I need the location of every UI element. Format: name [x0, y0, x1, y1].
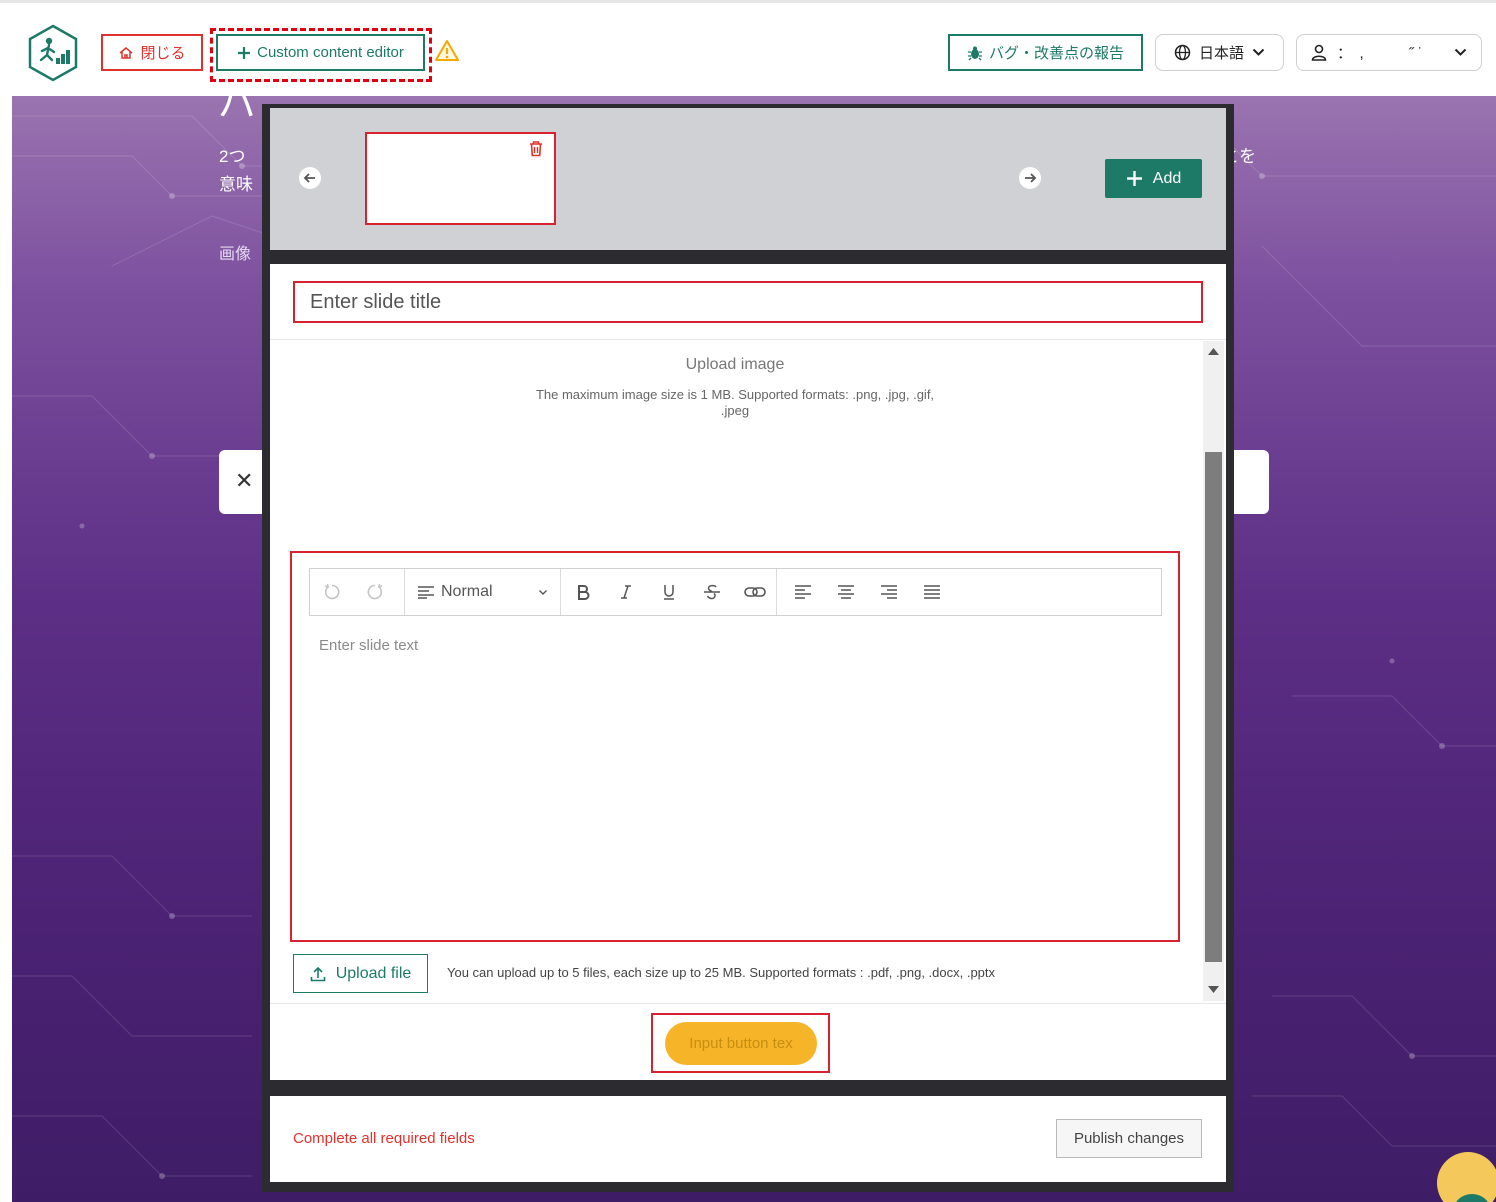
arrow-right-circle-icon[interactable]: [1018, 166, 1042, 190]
language-select[interactable]: 日本語: [1155, 34, 1284, 71]
user-icon: [1311, 44, 1327, 61]
link-icon: [743, 587, 766, 597]
block-style-group: Normal: [405, 569, 561, 615]
block-style-value: Normal: [441, 583, 493, 600]
chevron-down-icon: [1252, 48, 1265, 56]
align-left-button[interactable]: [781, 569, 824, 615]
background-page-title: パ: [218, 83, 257, 125]
upload-file-label: Upload file: [335, 964, 412, 982]
italic-icon: [620, 585, 631, 599]
undo-button[interactable]: [310, 569, 353, 615]
redo-icon: [367, 583, 382, 600]
align-center-icon: [837, 585, 854, 599]
align-center-button[interactable]: [824, 569, 867, 615]
align-left-icon: [794, 585, 811, 599]
scroll-up-icon[interactable]: [1207, 346, 1220, 356]
divider: [270, 1003, 1226, 1004]
slide-text-placeholder[interactable]: Enter slide text: [319, 637, 418, 654]
italic-button[interactable]: [604, 569, 647, 615]
strikethrough-icon: [703, 584, 720, 600]
underline-button[interactable]: [647, 569, 690, 615]
validation-message: Complete all required fields: [293, 1130, 475, 1147]
bug-report-button[interactable]: バグ・改善点の報告: [948, 34, 1143, 71]
home-icon: [120, 46, 133, 59]
chevron-down-icon: [1454, 48, 1467, 56]
arrow-left-circle-icon[interactable]: [298, 166, 322, 190]
upload-file-button[interactable]: Upload file: [293, 954, 428, 993]
cce-button-label: Custom content editor: [257, 44, 404, 61]
add-slide-label: Add: [1152, 169, 1182, 187]
divider: [270, 339, 1226, 340]
chevron-down-icon: [539, 589, 547, 595]
bug-icon: [967, 46, 982, 60]
upload-image-button[interactable]: Upload image: [600, 356, 870, 374]
strikethrough-button[interactable]: [690, 569, 733, 615]
history-group: [310, 569, 405, 615]
background-text-line3: 画像: [219, 246, 252, 263]
publish-changes-button[interactable]: Publish changes: [1056, 1119, 1202, 1158]
user-name: ： , ˝ ˙: [1337, 45, 1423, 62]
close-button-label: 閉じる: [140, 45, 186, 62]
warning-icon: [435, 40, 459, 61]
background-text-line2: 意味: [219, 175, 253, 194]
trash-icon[interactable]: [528, 140, 544, 157]
bold-button[interactable]: [561, 569, 604, 615]
block-style-select[interactable]: Normal: [405, 569, 560, 615]
globe-icon: [1174, 44, 1191, 61]
add-slide-button[interactable]: Add: [1105, 159, 1202, 198]
rte-toolbar: Normal: [309, 568, 1162, 616]
cta-button-text-input[interactable]: Input button tex: [665, 1022, 817, 1065]
undo-icon: [324, 583, 339, 600]
plus-icon: [238, 46, 251, 59]
upload-image-note: The maximum image size is 1 MB. Supporte…: [535, 387, 935, 418]
custom-content-editor-button[interactable]: Custom content editor: [216, 34, 425, 71]
upload-icon: [310, 966, 325, 981]
logo-icon[interactable]: [27, 24, 79, 82]
language-label: 日本語: [1198, 45, 1244, 62]
link-button[interactable]: [733, 569, 776, 615]
slide-title-placeholder: Enter slide title: [310, 290, 442, 313]
align-right-button[interactable]: [867, 569, 910, 615]
align-justify-icon: [923, 585, 940, 599]
user-menu[interactable]: ： , ˝ ˙: [1296, 34, 1482, 71]
format-group: [561, 569, 777, 615]
underline-icon: [663, 585, 674, 600]
slide-title-input[interactable]: Enter slide title: [293, 281, 1203, 323]
align-justify-button[interactable]: [910, 569, 953, 615]
scroll-down-icon[interactable]: [1207, 985, 1220, 995]
paragraph-icon: [418, 586, 434, 599]
cta-placeholder: Input button tex: [689, 1035, 793, 1052]
close-button[interactable]: 閉じる: [101, 34, 203, 71]
bold-icon: [577, 585, 589, 600]
bug-report-label: バグ・改善点の報告: [988, 45, 1124, 62]
background-text-line1: 2つ: [219, 147, 246, 166]
plus-icon: [1126, 171, 1142, 186]
upload-file-help: You can upload up to 5 files, each size …: [447, 965, 996, 980]
align-right-icon: [880, 585, 897, 599]
close-icon: ✕: [235, 468, 254, 493]
align-group: [777, 569, 953, 615]
redo-button[interactable]: [353, 569, 396, 615]
publish-changes-label: Publish changes: [1073, 1130, 1185, 1147]
scrollbar-thumb[interactable]: [1205, 452, 1222, 962]
